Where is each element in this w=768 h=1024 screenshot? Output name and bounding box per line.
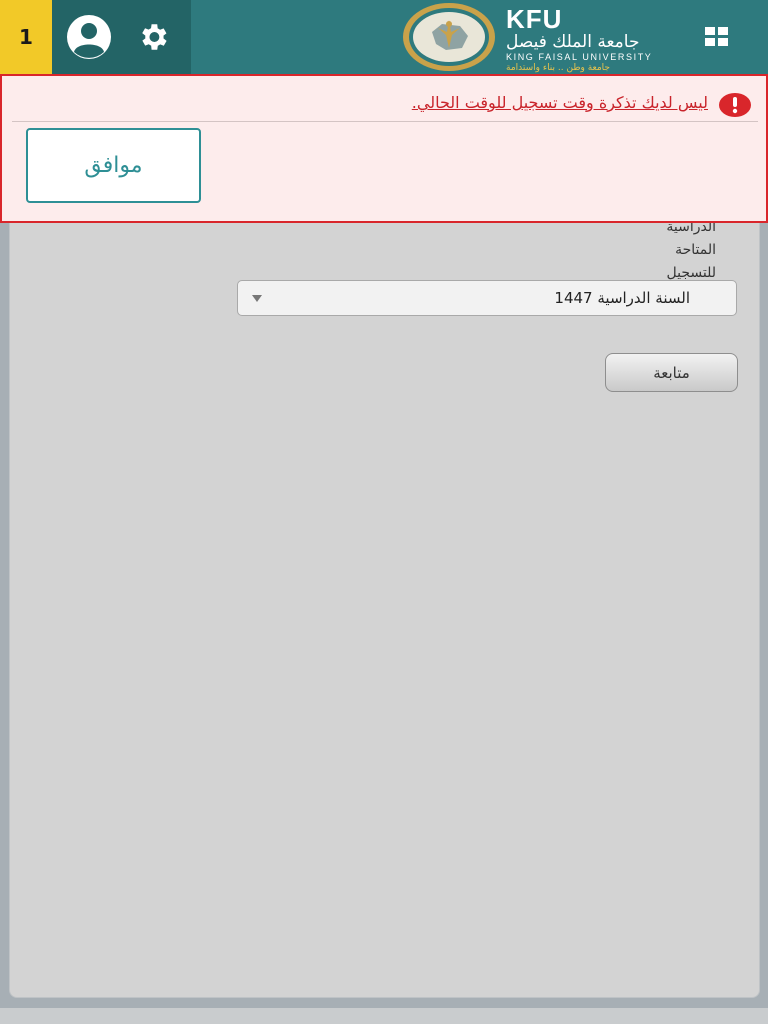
caret-down-icon [252,295,262,302]
top-bar: 1 KFU جامعة الملك فيصل KING FAISAL UNIVE… [0,0,768,74]
gear-icon[interactable] [136,20,170,54]
bottom-strip [0,1008,768,1024]
university-logo-text: KFU جامعة الملك فيصل KING FAISAL UNIVERS… [506,4,686,73]
alert-message-row: ليس لديك تذكرة وقت تسجيل للوقت الحالي. [12,76,758,122]
alert-banner: ليس لديك تذكرة وقت تسجيل للوقت الحالي. م… [0,74,768,223]
select-value: السنة الدراسية 1447 [554,289,690,307]
continue-button[interactable]: متابعة [605,353,738,392]
university-seal-logo [403,3,495,71]
academic-year-select[interactable]: السنة الدراسية 1447 [237,280,737,316]
notification-badge[interactable]: 1 [0,0,52,74]
logo-english-name: KING FAISAL UNIVERSITY [506,52,653,62]
alert-message-link[interactable]: ليس لديك تذكرة وقت تسجيل للوقت الحالي. [412,93,708,112]
exclamation-icon [719,93,751,117]
logo-motto: جامعة وطن .. بناء واستدامة [506,63,610,73]
label-line: المتاحة [675,242,716,258]
logo-arabic-name: جامعة الملك فيصل [506,32,640,52]
academic-year-label: الدراسية المتاحة للتسجيل [596,216,716,285]
header-icon-strip [52,0,191,74]
user-icon[interactable] [66,14,112,60]
ok-button[interactable]: موافق [26,128,201,203]
logo-abbreviation: KFU [506,4,563,34]
grid-icon[interactable] [704,26,730,48]
main-panel [9,200,760,998]
